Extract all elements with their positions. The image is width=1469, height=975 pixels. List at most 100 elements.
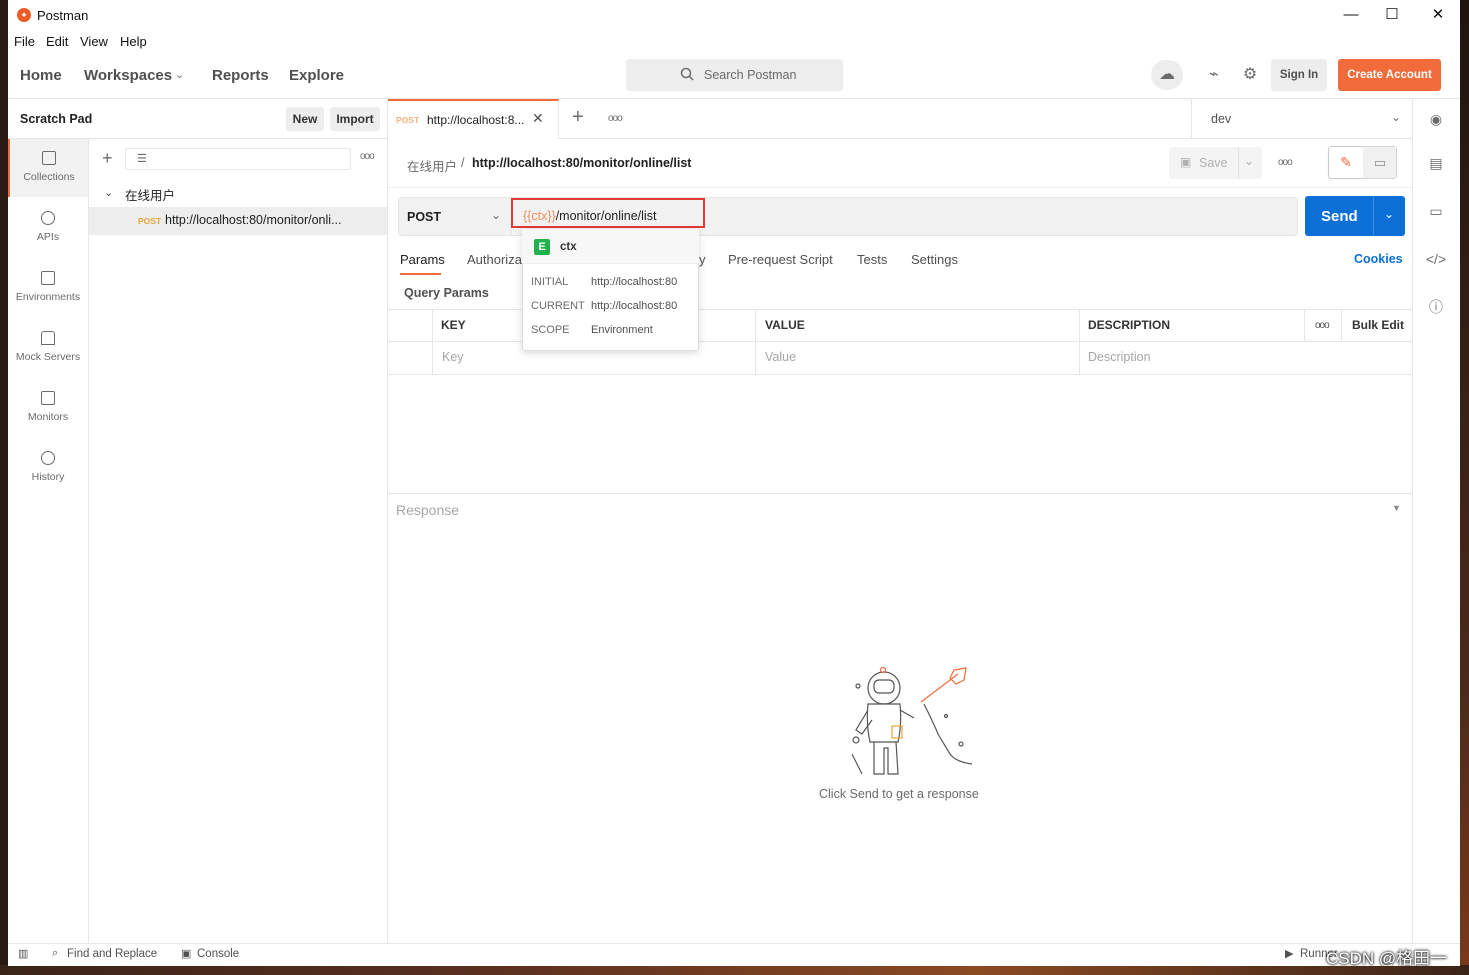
popover-label-current: CURRENT [531,300,585,312]
rail-item-apis[interactable]: APIs [8,199,88,257]
breadcrumb-separator: / [461,156,465,170]
popover-label-initial: INITIAL [531,276,569,288]
rail-item-history[interactable]: History [8,439,88,497]
rail-label: Mock Servers [15,351,81,363]
history-icon [41,451,55,465]
console-button[interactable]: Console [197,948,239,960]
response-pane-header[interactable] [388,493,1412,527]
tab-params[interactable]: Params [400,252,445,267]
key-input[interactable]: Key [442,350,464,364]
code-icon[interactable]: </> [1424,247,1448,271]
send-button[interactable]: Send [1321,208,1358,225]
minimize-button[interactable]: — [1331,4,1371,26]
nav-explore[interactable]: Explore [289,67,344,84]
postman-window: ✦ Postman — ☐ ✕ File Edit View Help Home… [8,0,1460,966]
maximize-button[interactable]: ☐ [1372,4,1412,26]
environment-badge: E [534,239,550,255]
divider [755,309,756,375]
column-value: VALUE [765,318,805,332]
desktop-background-bottom [0,965,1469,975]
nav-home[interactable]: Home [20,67,62,84]
rail-item-monitors[interactable]: Monitors [8,379,88,437]
sync-cloud-icon[interactable]: ☁ [1151,60,1183,90]
toggle-sidebar-icon[interactable]: ▥ [18,947,28,960]
divider [1304,309,1305,342]
tabs-more-icon[interactable]: ooo [608,113,623,124]
filter-icon: ☰ [137,153,147,165]
collection-name[interactable]: 在线用户 [125,185,175,204]
bulk-edit-button[interactable]: Bulk Edit [1352,318,1404,332]
cookies-link[interactable]: Cookies [1354,252,1403,266]
sidebar-more-icon[interactable]: ooo [360,151,375,162]
tab-body[interactable]: y [699,252,706,267]
value-input[interactable]: Value [765,350,796,364]
find-and-replace-button[interactable]: Find and Replace [67,948,157,960]
divider [1238,147,1239,179]
description-input[interactable]: Description [1088,350,1151,364]
right-rail [1412,99,1460,943]
chevron-down-icon[interactable]: ⌄ [104,186,113,199]
menu-edit[interactable]: Edit [46,34,68,49]
info-icon[interactable]: ⓘ [1424,295,1448,319]
import-button[interactable]: Import [330,107,380,131]
active-tab-indicator [400,273,441,275]
sign-in-button[interactable]: Sign In [1271,59,1327,91]
edit-pencil-icon[interactable]: ✎ [1329,147,1363,178]
request-more-icon[interactable]: ooo [1278,157,1293,168]
comment-mode-icon[interactable]: ▭ [1364,147,1396,178]
column-key: KEY [441,318,466,332]
tab-settings[interactable]: Settings [911,252,958,267]
documentation-icon[interactable]: ▤ [1424,151,1448,175]
eye-icon[interactable]: ◉ [1424,107,1448,131]
tab-method-tag: POST [396,115,420,125]
popover-label-scope: SCOPE [531,324,570,336]
rail-label: History [31,471,65,483]
apis-icon [41,211,55,225]
monitors-icon [41,391,55,405]
breadcrumb-collection[interactable]: 在线用户 [407,156,457,175]
send-dropdown-icon[interactable]: ⌄ [1384,207,1394,221]
menu-help[interactable]: Help [120,34,147,49]
chevron-down-icon: ⌄ [175,69,185,81]
create-account-button[interactable]: Create Account [1338,59,1441,91]
method-label: POST [407,210,442,224]
add-collection-icon[interactable]: + [102,148,113,168]
satellite-icon[interactable]: ⌁ [1199,60,1229,90]
rail-label: Collections [23,171,75,183]
close-window-button[interactable]: ✕ [1418,4,1458,26]
tab-pre-request-script[interactable]: Pre-request Script [728,252,833,267]
filter-input[interactable] [125,148,351,170]
tab-authorization[interactable]: Authorizat [467,252,526,267]
column-options-icon[interactable]: ooo [1315,320,1330,331]
close-tab-icon[interactable]: ✕ [532,110,544,127]
save-button[interactable]: Save [1199,156,1228,170]
rail-item-mock-servers[interactable]: Mock Servers [8,319,88,377]
rail-item-environments[interactable]: Environments [8,259,88,317]
find-icon: ⌕ [52,947,59,959]
collapse-arrow-icon[interactable]: ▼ [1392,503,1401,513]
postman-logo-icon: ✦ [17,8,31,22]
astronaut-illustration-icon [851,666,972,775]
menu-file[interactable]: File [14,34,35,49]
workspace-title: Scratch Pad [20,112,93,126]
nav-workspaces[interactable]: Workspaces [84,67,172,84]
divider [1373,196,1374,236]
empty-response-message: Click Send to get a response [819,787,979,801]
settings-gear-icon[interactable]: ⚙ [1235,60,1265,90]
new-button[interactable]: New [286,107,324,131]
request-method-tag: POST [138,216,162,226]
rail-label: APIs [36,231,60,243]
new-tab-icon[interactable]: + [572,106,584,129]
highlight-box [511,198,705,228]
tab-tests[interactable]: Tests [857,252,887,267]
environment-name: dev [1211,112,1232,126]
rail-item-collections[interactable]: Collections [8,139,88,197]
popover-value-initial: http://localhost:80 [591,276,678,288]
runner-icon: ▶ [1285,948,1294,960]
save-dropdown-icon[interactable]: ⌄ [1244,154,1254,168]
comments-icon[interactable]: ▭ [1424,199,1448,223]
nav-reports[interactable]: Reports [212,67,269,84]
menu-view[interactable]: View [80,34,108,49]
divider [1079,309,1080,375]
rail-label: Environments [15,291,81,303]
